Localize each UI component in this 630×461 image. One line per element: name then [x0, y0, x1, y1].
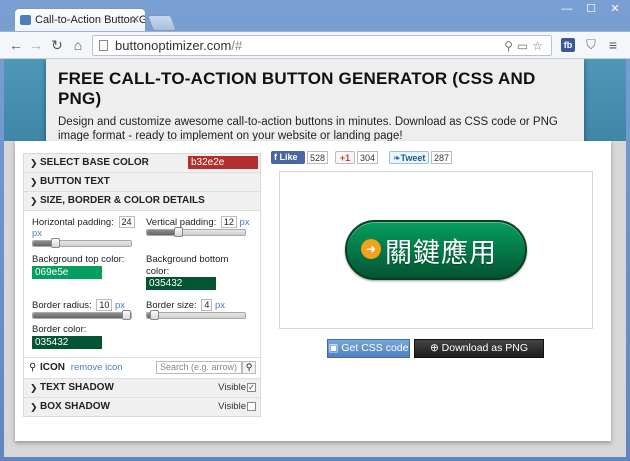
- browser-toolbar: ← → ↻ ⌂ buttonoptimizer.com/# ⚲▭☆ fb ⛉ ≡: [0, 31, 630, 59]
- home-icon[interactable]: ⌂: [70, 36, 86, 54]
- url-path: /#: [231, 38, 243, 53]
- h-padding-label: Horizontal padding: 24: [32, 216, 135, 228]
- gplus-count: 304: [357, 151, 379, 164]
- section-size-border-color[interactable]: ❯ SIZE, BORDER & COLOR DETAILS: [24, 192, 260, 211]
- text-shadow-visible[interactable]: Visible ✓: [218, 379, 256, 397]
- section-button-text[interactable]: ❯ BUTTON TEXT: [24, 173, 260, 192]
- minimize-button[interactable]: —: [558, 2, 576, 16]
- box-shadow-checkbox[interactable]: [247, 401, 256, 411]
- generator-card: ❯ SELECT BASE COLOR b32e2e ❯ BUTTON TEXT…: [15, 141, 611, 441]
- h-padding-slider[interactable]: [32, 238, 132, 248]
- close-window-button[interactable]: ✕: [606, 2, 624, 16]
- tweet-button[interactable]: ❧Tweet: [389, 151, 429, 164]
- chevron-right-icon: ❯: [30, 158, 38, 168]
- box-shadow-visible[interactable]: Visible: [218, 398, 256, 416]
- search-engine-icon[interactable]: ⚲: [504, 39, 517, 53]
- v-padding-value[interactable]: 12: [220, 216, 237, 228]
- h-padding-value[interactable]: 24: [118, 216, 135, 228]
- address-bar[interactable]: buttonoptimizer.com/# ⚲▭☆: [92, 35, 552, 56]
- back-icon[interactable]: ←: [8, 36, 24, 54]
- preview-cta-button[interactable]: ➜ 關鍵應用: [345, 220, 527, 280]
- download-png-button[interactable]: ⊕ Download as PNG image: [414, 339, 544, 371]
- hero-banner: FREE CALL-TO-ACTION BUTTON GENERATOR (CS…: [46, 59, 584, 142]
- preview-button-label: 關鍵應用: [385, 238, 497, 269]
- section-label: BOX SHADOW: [40, 401, 110, 412]
- search-icon: ⚲: [29, 362, 37, 373]
- border-radius-slider[interactable]: [32, 310, 132, 320]
- text-shadow-checkbox[interactable]: ✓: [247, 382, 256, 392]
- v-padding-slider[interactable]: [146, 227, 246, 237]
- v-padding-label: Vertical padding: 12 px: [146, 216, 250, 228]
- chevron-right-icon: ❯: [30, 402, 38, 412]
- bg-bottom-color-swatch[interactable]: 035432: [146, 277, 216, 290]
- slider-handle[interactable]: [51, 238, 60, 248]
- twitter-icon: ❧: [393, 153, 401, 163]
- border-size-value[interactable]: 4: [201, 299, 213, 311]
- browser-window: Call-to-Action Button Ge ✕ — ☐ ✕ ← → ↻ ⌂…: [0, 0, 630, 461]
- remove-icon-link[interactable]: remove icon: [71, 362, 123, 373]
- tab-title: Call-to-Action Button Ge: [35, 14, 146, 26]
- chevron-right-icon: ❯: [30, 383, 38, 393]
- chevron-right-icon: ❯: [30, 177, 38, 187]
- slider-handle[interactable]: [122, 310, 131, 320]
- base-color-swatch[interactable]: b32e2e: [188, 156, 258, 169]
- chevron-down-icon: ❯: [30, 196, 38, 206]
- bg-top-label: Background top color:: [32, 254, 125, 265]
- facebook-extension-icon[interactable]: fb: [561, 38, 575, 52]
- reload-icon[interactable]: ↻: [49, 36, 65, 54]
- maximize-button[interactable]: ☐: [582, 2, 600, 16]
- icon-search-input[interactable]: Search (e.g. arrow): [156, 361, 242, 374]
- page-description: Design and customize awesome call-to-act…: [58, 116, 558, 142]
- settings-panel: ❯ SELECT BASE COLOR b32e2e ❯ BUTTON TEXT…: [23, 153, 261, 417]
- url-host: buttonoptimizer.com: [115, 38, 232, 53]
- border-radius-label: Border radius: 10 px: [32, 299, 126, 311]
- section-label: BUTTON TEXT: [40, 176, 110, 187]
- tab-strip: Call-to-Action Button Ge ✕ — ☐ ✕: [0, 0, 630, 32]
- section-label: TEXT SHADOW: [40, 382, 114, 393]
- gift-icon: ▣: [328, 342, 339, 354]
- section-label: SIZE, BORDER & COLOR DETAILS: [40, 195, 205, 206]
- bookmark-star-icon[interactable]: ☆: [532, 39, 547, 53]
- page-icon: [99, 40, 108, 51]
- get-css-code-button[interactable]: ▣ Get CSS code: [327, 339, 410, 358]
- border-size-slider[interactable]: [146, 310, 246, 320]
- tweet-count: 287: [431, 151, 453, 164]
- bg-bottom-label-2: color:: [146, 266, 170, 277]
- arrow-icon: ➜: [361, 239, 381, 259]
- section-box-shadow[interactable]: ❯ BOX SHADOW Visible: [24, 398, 260, 416]
- google-plus-button[interactable]: +1: [335, 151, 355, 164]
- facebook-like-button[interactable]: f Like: [271, 151, 305, 164]
- omnibox-actions: ⚲▭☆: [504, 37, 547, 56]
- window-controls: — ☐ ✕: [558, 2, 624, 16]
- slider-handle[interactable]: [150, 310, 159, 320]
- section-icon: ⚲ ICON remove icon Search (e.g. arrow) ⚲: [24, 358, 260, 379]
- section-label: SELECT BASE COLOR: [40, 157, 149, 168]
- slider-handle[interactable]: [174, 227, 183, 237]
- section-text-shadow[interactable]: ❯ TEXT SHADOW Visible ✓: [24, 379, 260, 398]
- button-preview-area: ➜ 關鍵應用: [279, 171, 593, 329]
- icon-section-label: ICON: [40, 362, 65, 373]
- shield-extension-icon[interactable]: ⛉: [584, 37, 598, 53]
- new-tab-button[interactable]: [147, 15, 177, 31]
- menu-icon[interactable]: ≡: [605, 36, 621, 54]
- section-select-base-color[interactable]: ❯ SELECT BASE COLOR b32e2e: [24, 154, 260, 173]
- bg-top-color-swatch[interactable]: 069e5e: [32, 266, 102, 279]
- translate-icon[interactable]: ▭: [517, 39, 532, 53]
- slider-fill: [33, 313, 127, 318]
- size-settings-body: Horizontal padding: 24 px Vertical paddi…: [24, 211, 260, 358]
- icon-search-button[interactable]: ⚲: [242, 361, 256, 374]
- h-padding-unit: px: [32, 228, 43, 239]
- bg-bottom-label-1: Background bottom: [146, 254, 229, 265]
- favicon-icon: [20, 15, 31, 25]
- tab-close-icon[interactable]: ✕: [131, 9, 140, 31]
- like-count: 528: [307, 151, 329, 164]
- download-icon: ⊕: [429, 342, 439, 354]
- border-color-label: Border color:: [32, 324, 87, 335]
- page-title: FREE CALL-TO-ACTION BUTTON GENERATOR (CS…: [58, 69, 536, 108]
- forward-icon[interactable]: →: [28, 36, 44, 54]
- browser-tab[interactable]: Call-to-Action Button Ge ✕: [14, 8, 146, 32]
- border-radius-value[interactable]: 10: [96, 299, 113, 311]
- page-viewport: FREE CALL-TO-ACTION BUTTON GENERATOR (CS…: [4, 59, 626, 457]
- border-color-swatch[interactable]: 035432: [32, 336, 102, 349]
